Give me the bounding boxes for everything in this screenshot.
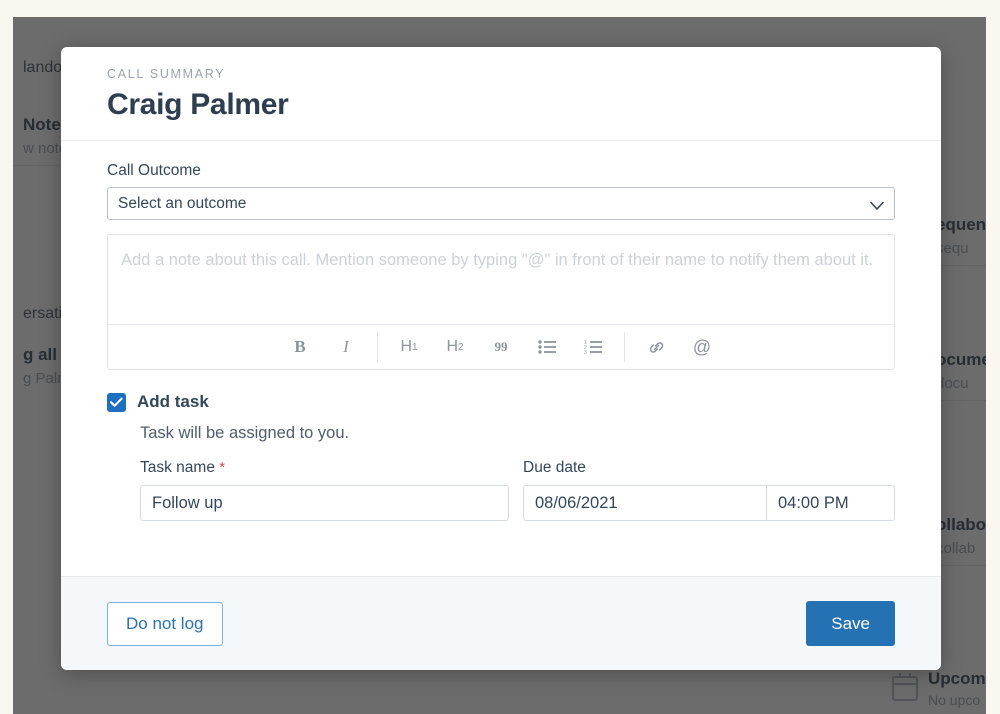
call-summary-modal: CALL SUMMARY Craig Palmer Call Outcome S… xyxy=(61,47,941,670)
link-icon[interactable] xyxy=(640,331,672,363)
due-date-field: Due date xyxy=(523,459,895,521)
task-assignment-note: Task will be assigned to you. xyxy=(140,424,350,442)
add-task-row: Add task xyxy=(107,392,895,412)
svg-text:3: 3 xyxy=(584,350,587,354)
note-editor: Add a note about this call. Mention some… xyxy=(107,234,895,370)
add-task-label: Add task xyxy=(137,392,209,411)
call-outcome-field: Select an outcome xyxy=(107,187,895,220)
blockquote-button[interactable]: 99 xyxy=(485,331,517,363)
heading-1-button[interactable]: H1 xyxy=(393,331,425,363)
call-outcome-label: Call Outcome xyxy=(107,162,201,179)
modal-body: Call Outcome Select an outcome Add a not… xyxy=(61,141,941,576)
page-title: Craig Palmer xyxy=(107,88,289,121)
toolbar-separator-2 xyxy=(624,332,625,362)
note-toolbar: B I H1 H2 99 1 2 3 @ xyxy=(108,324,894,369)
mention-button[interactable]: @ xyxy=(686,331,718,363)
note-input[interactable]: Add a note about this call. Mention some… xyxy=(108,235,894,324)
required-marker: * xyxy=(219,459,226,476)
italic-button[interactable]: I xyxy=(330,331,362,363)
due-date-input[interactable] xyxy=(524,486,767,520)
bulleted-list-button[interactable] xyxy=(531,331,563,363)
due-date-label: Due date xyxy=(523,459,586,476)
task-fields: Task name * Due date xyxy=(140,459,895,521)
modal-header: CALL SUMMARY Craig Palmer xyxy=(61,47,941,141)
due-time-input[interactable] xyxy=(767,486,894,520)
toolbar-separator-1 xyxy=(377,332,378,362)
due-date-group xyxy=(523,485,895,521)
bold-button[interactable]: B xyxy=(284,331,316,363)
do-not-log-button[interactable]: Do not log xyxy=(107,601,223,646)
add-task-checkbox[interactable] xyxy=(107,392,126,412)
numbered-list-button[interactable]: 1 2 3 xyxy=(577,331,609,363)
save-button[interactable]: Save xyxy=(806,601,895,646)
task-section: Add task Task will be assigned to you. T… xyxy=(107,392,895,521)
heading-2-button[interactable]: H2 xyxy=(439,331,471,363)
checkmark-icon xyxy=(110,397,123,407)
task-name-label-text: Task name xyxy=(140,459,215,476)
task-name-input[interactable] xyxy=(140,485,509,521)
modal-footer: Do not log Save xyxy=(61,576,941,670)
task-name-field: Task name * xyxy=(140,459,509,521)
call-outcome-select[interactable]: Select an outcome xyxy=(107,187,895,220)
modal-eyebrow: CALL SUMMARY xyxy=(107,67,226,81)
task-name-label: Task name * xyxy=(140,459,509,477)
